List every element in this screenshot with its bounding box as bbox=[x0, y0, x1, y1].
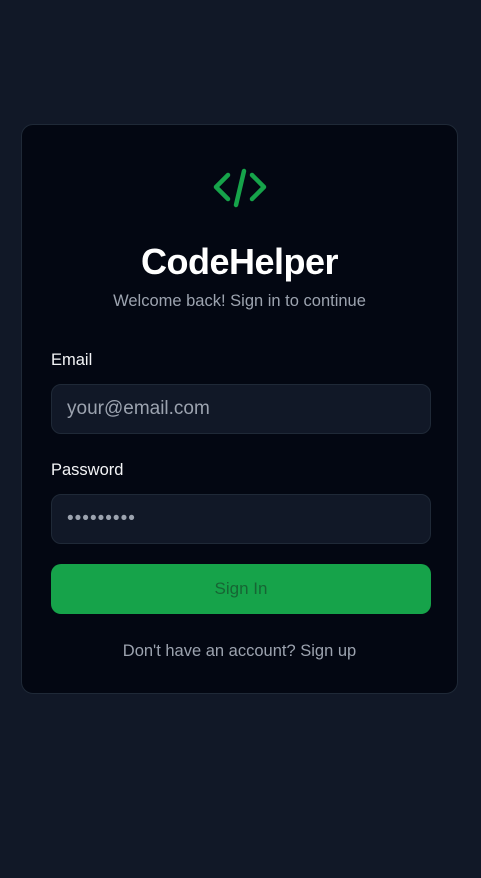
password-label: Password bbox=[51, 461, 124, 479]
password-field[interactable] bbox=[51, 494, 431, 544]
code-brackets-icon bbox=[210, 165, 270, 209]
login-card: CodeHelper Welcome back! Sign in to cont… bbox=[21, 124, 458, 694]
app-title: CodeHelper bbox=[140, 241, 339, 282]
signup-prompt: Don't have an account? Sign up bbox=[22, 640, 457, 662]
email-label: Email bbox=[51, 351, 93, 369]
welcome-subtitle: Welcome back! Sign in to continue bbox=[113, 292, 366, 310]
sign-up-link[interactable]: Sign up bbox=[300, 642, 356, 660]
signup-prompt-text: Don't have an account? bbox=[122, 642, 296, 660]
sign-in-button[interactable]: Sign In bbox=[51, 564, 431, 614]
email-field[interactable] bbox=[51, 384, 431, 434]
